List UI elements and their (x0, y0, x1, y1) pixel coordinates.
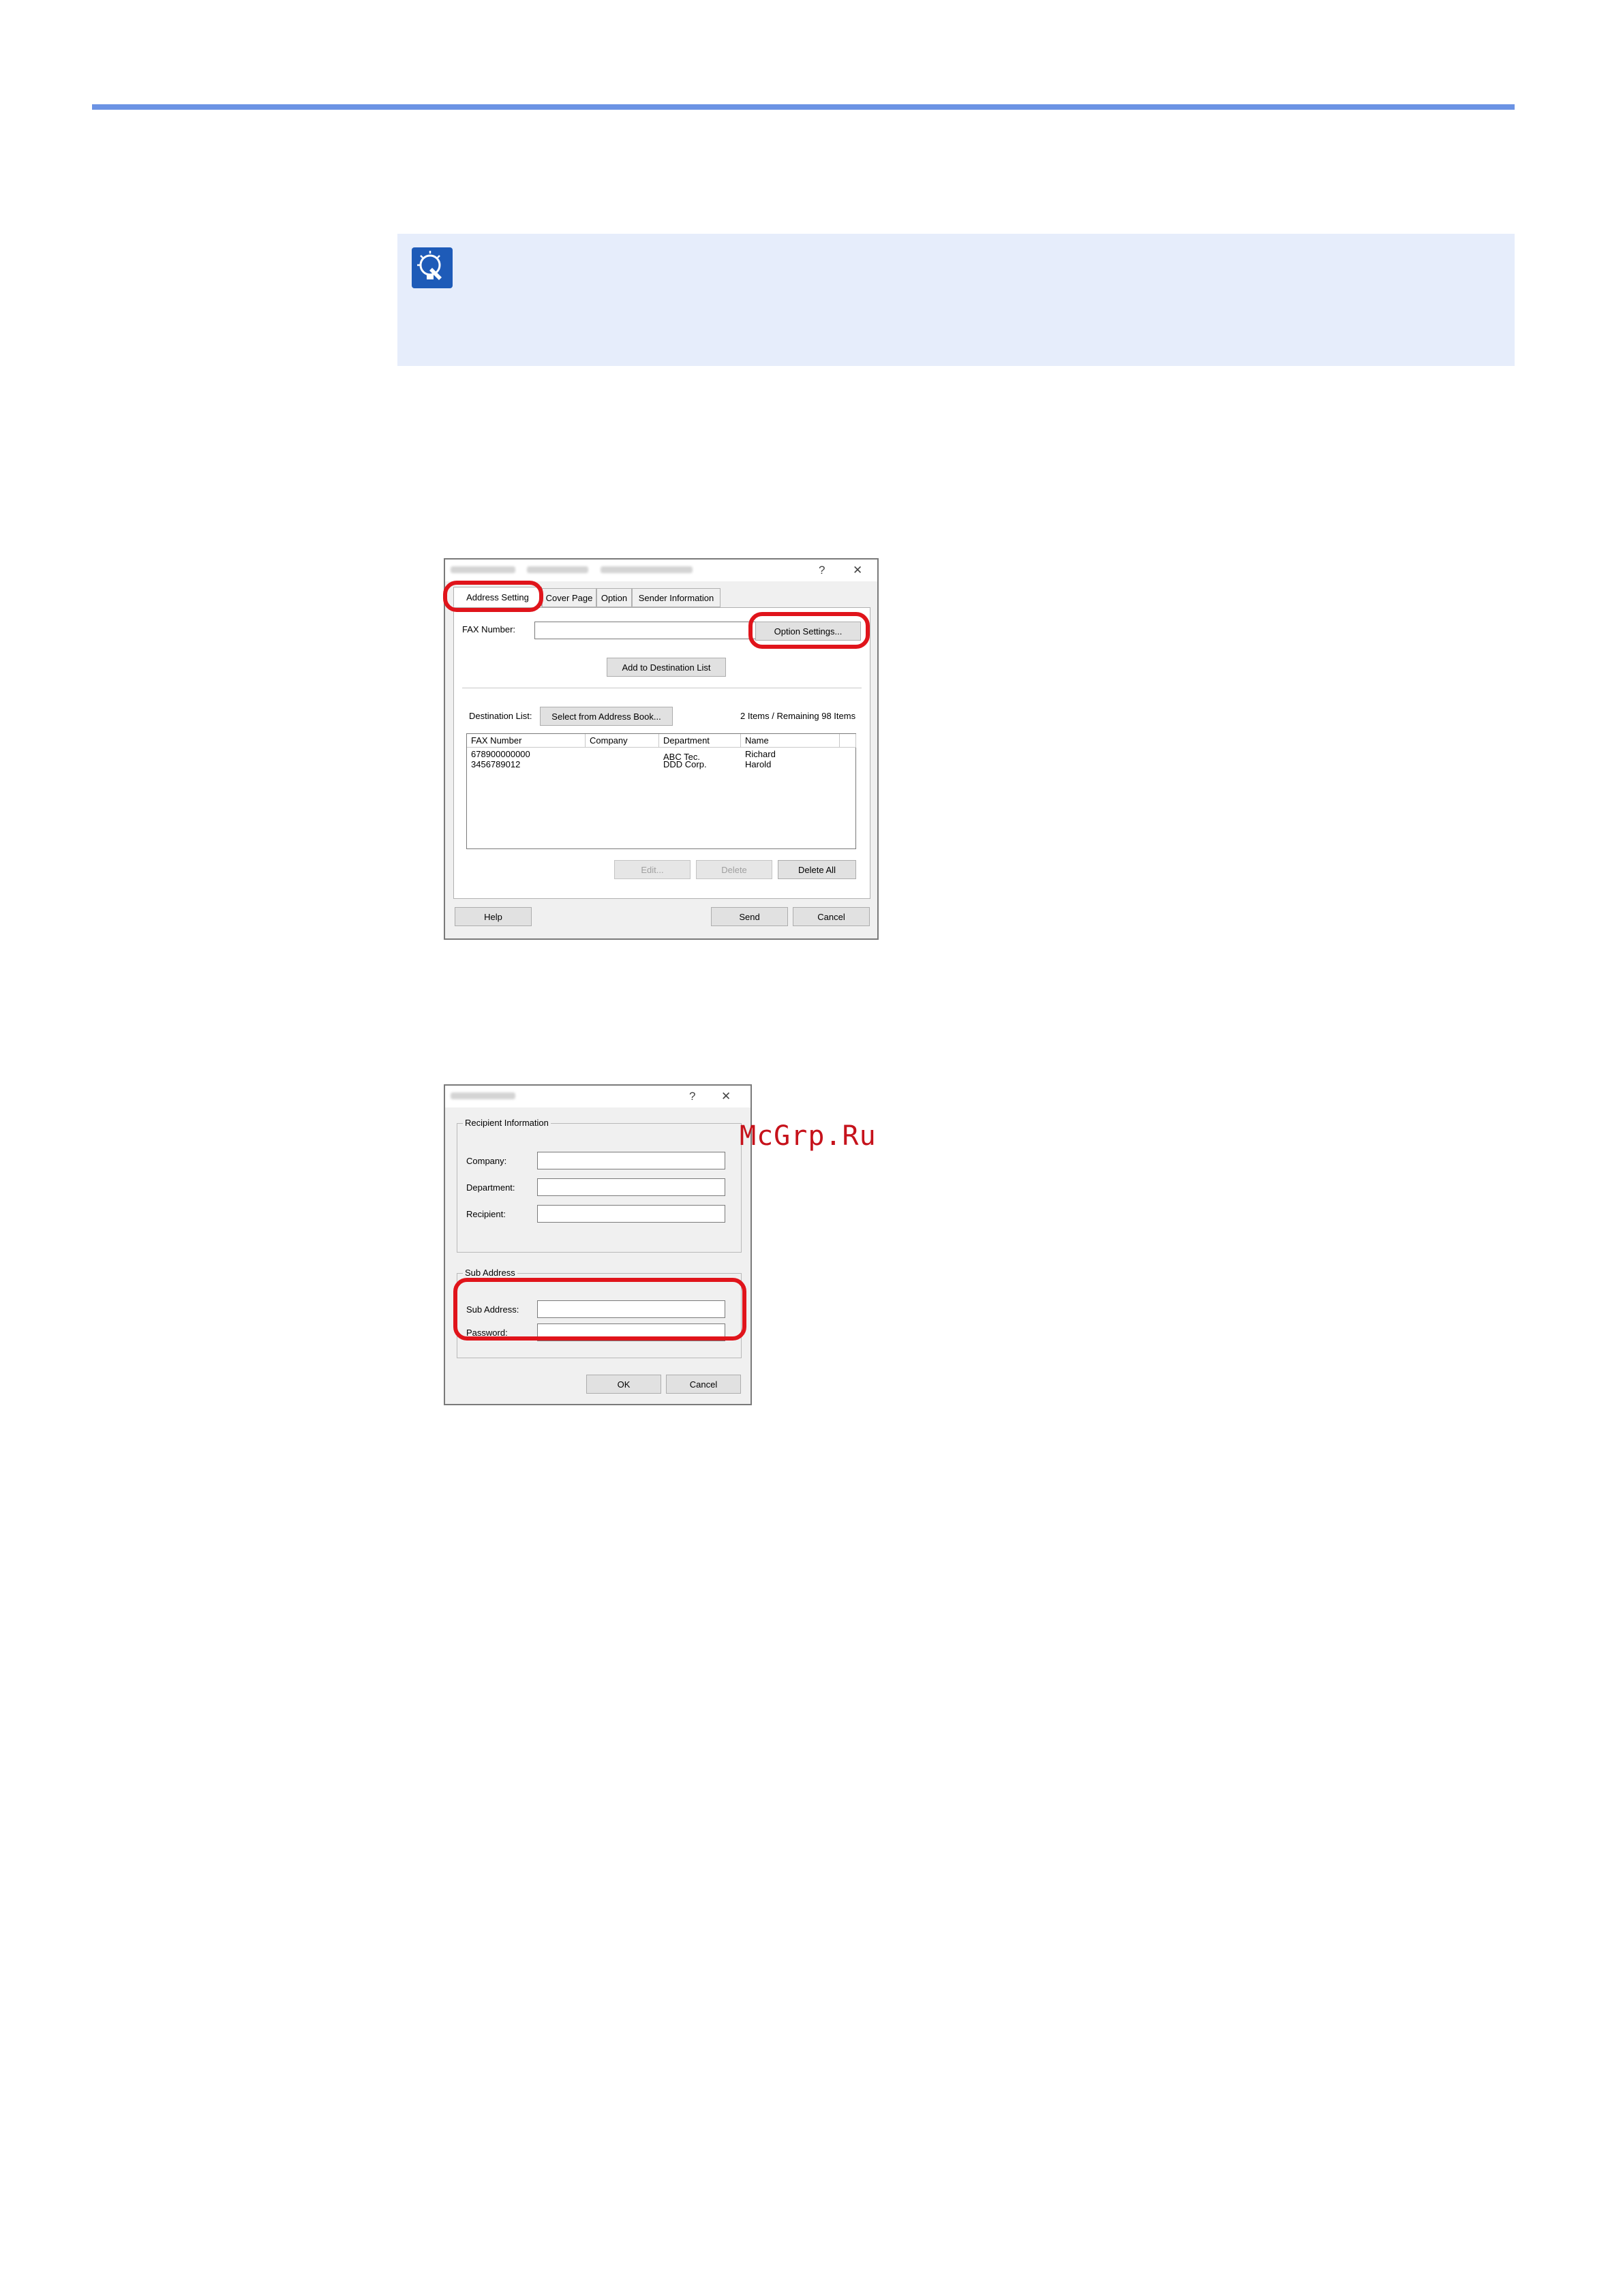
add-to-destination-list-button[interactable]: Add to Destination List (607, 658, 726, 677)
highlight-sub-address-fields (453, 1278, 746, 1341)
delete-all-button[interactable]: Delete All (778, 860, 856, 879)
close-icon[interactable]: ✕ (721, 1090, 731, 1103)
column-blank (840, 734, 856, 748)
header-rule (92, 104, 1515, 110)
address-setting-panel: FAX Number: Option Settings... Add to De… (453, 607, 870, 899)
company-label: Company: (466, 1156, 507, 1166)
tab-cover-page[interactable]: Cover Page (542, 588, 596, 607)
tab-option[interactable]: Option (596, 588, 632, 607)
destination-list-label: Destination List: (469, 711, 532, 721)
note-box (397, 234, 1515, 366)
row-department: DDD Corp. (663, 759, 707, 769)
table-row[interactable]: 678900000000 ABC Tec. Richard (467, 749, 855, 762)
recipient-label: Recipient: (466, 1209, 506, 1219)
option-settings-dialog: ? ✕ Recipient Information Company: Depar… (444, 1084, 752, 1405)
department-label: Department: (466, 1182, 515, 1193)
row-fax-number: 678900000000 (471, 749, 530, 759)
send-button[interactable]: Send (711, 907, 788, 926)
department-input[interactable] (537, 1178, 725, 1196)
dialog-titlebar: ? ✕ (445, 560, 877, 581)
highlight-address-setting-tab (443, 581, 543, 612)
help-icon[interactable]: ? (819, 564, 825, 577)
fax-number-label: FAX Number: (462, 624, 516, 634)
column-name[interactable]: Name (741, 734, 840, 748)
column-company[interactable]: Company (586, 734, 659, 748)
help-icon[interactable]: ? (689, 1090, 695, 1103)
delete-button[interactable]: Delete (696, 860, 772, 879)
help-button[interactable]: Help (455, 907, 532, 926)
ok-button[interactable]: OK (586, 1375, 661, 1394)
close-icon[interactable]: ✕ (853, 564, 862, 577)
column-department[interactable]: Department (659, 734, 741, 748)
sub-address-legend: Sub Address (463, 1268, 517, 1278)
recipient-information-group: Recipient Information Company: Departmen… (457, 1118, 742, 1253)
recipient-information-legend: Recipient Information (463, 1118, 551, 1128)
highlight-option-settings-button (748, 612, 870, 649)
watermark: McGrp.Ru (740, 1120, 877, 1152)
destination-list[interactable]: FAX Number Company Department Name 67890… (466, 733, 856, 849)
dialog-titlebar: ? ✕ (445, 1086, 750, 1107)
row-fax-number: 3456789012 (471, 759, 521, 769)
company-input[interactable] (537, 1152, 725, 1169)
row-name: Richard (745, 749, 776, 759)
edit-button[interactable]: Edit... (614, 860, 691, 879)
tab-sender-information[interactable]: Sender Information (632, 588, 721, 607)
lightbulb-hint-icon (412, 247, 453, 288)
row-name: Harold (745, 759, 772, 769)
column-fax-number[interactable]: FAX Number (467, 734, 586, 748)
table-row[interactable]: 3456789012 DDD Corp. Harold (467, 759, 855, 770)
cancel-button[interactable]: Cancel (666, 1375, 741, 1394)
select-from-address-book-button[interactable]: Select from Address Book... (540, 707, 673, 726)
fax-number-input[interactable] (534, 622, 763, 639)
recipient-input[interactable] (537, 1205, 725, 1223)
items-status: 2 Items / Remaining 98 Items (740, 711, 856, 721)
cancel-button[interactable]: Cancel (793, 907, 870, 926)
